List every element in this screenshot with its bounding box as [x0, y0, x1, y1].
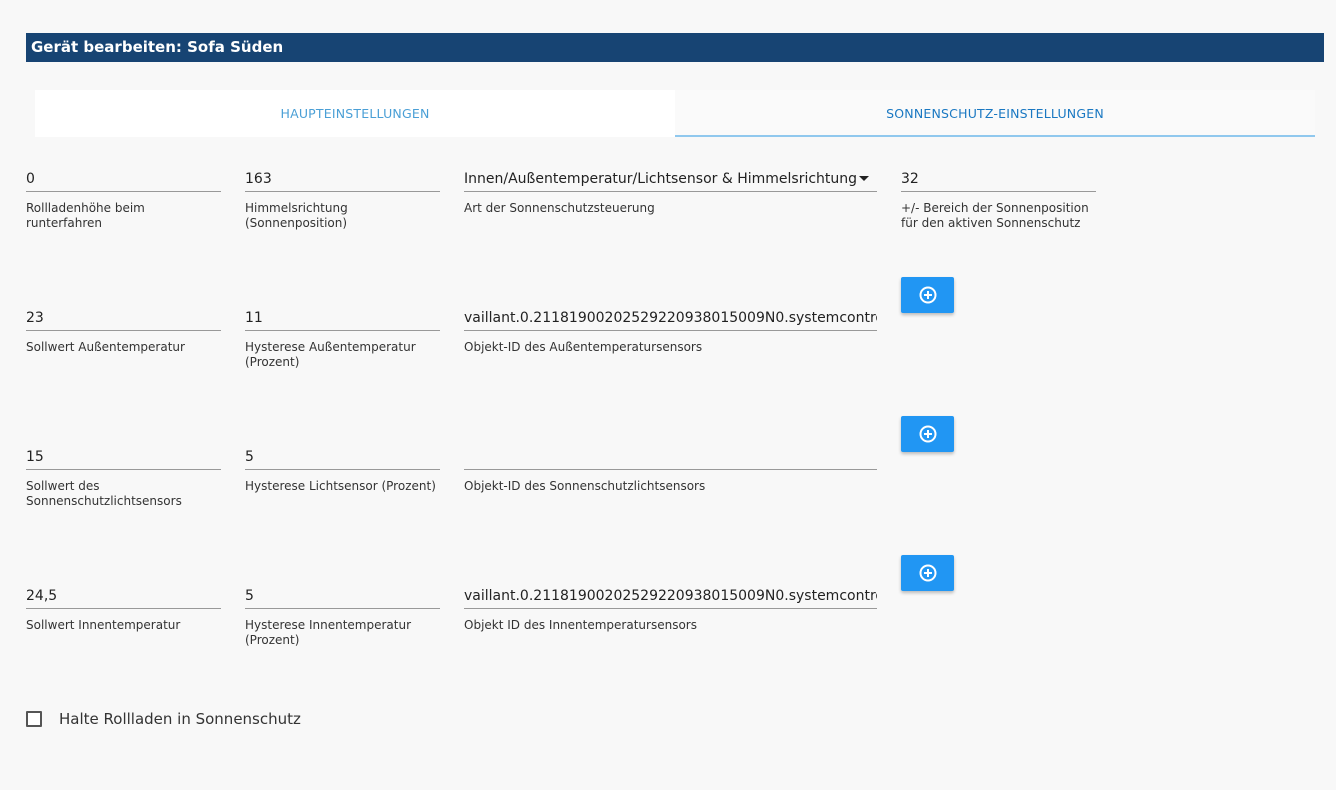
lichtsensor-field: Objekt-ID des Sonnenschutzlichtsensors — [464, 446, 877, 494]
sonnenschutzsteuerung-field: Innen/Außentemperatur/Lichtsensor & Himm… — [464, 168, 877, 216]
sonnenposition-bereich-label: +/- Bereich der Sonnenposition für den a… — [901, 201, 1089, 230]
sollwert-aussentemperatur-label: Sollwert Außentemperatur — [26, 340, 185, 354]
tab-haupteinstellungen[interactable]: HAUPTEINSTELLUNGEN — [35, 90, 675, 137]
sollwert-innentemperatur-input[interactable]: 24,5 — [26, 585, 221, 609]
aussentemperatursensor-label: Objekt-ID des Außentemperatursensors — [464, 340, 703, 354]
hysterese-lichtsensor-label: Hysterese Lichtsensor (Prozent) — [245, 479, 436, 493]
sonnenposition-bereich-field: 32 +/- Bereich der Sonnenposition für de… — [901, 168, 1096, 231]
halte-rollladen-label[interactable]: Halte Rollladen in Sonnenschutz — [59, 710, 301, 728]
sollwert-innentemperatur-label: Sollwert Innentemperatur — [26, 618, 181, 632]
hysterese-aussentemperatur-input[interactable]: 11 — [245, 307, 440, 331]
rollladenhoehe-input[interactable]: 0 — [26, 168, 221, 192]
tab-bar: HAUPTEINSTELLUNGEN SONNENSCHUTZ-EINSTELL… — [35, 90, 1315, 137]
himmelsrichtung-label: Himmelsrichtung (Sonnenposition) — [245, 201, 348, 230]
dialog-title: Gerät bearbeiten: Sofa Süden — [26, 33, 1324, 62]
hysterese-lichtsensor-input[interactable]: 5 — [245, 446, 440, 470]
sonnenschutzsteuerung-select[interactable]: Innen/Außentemperatur/Lichtsensor & Himm… — [464, 168, 877, 192]
lichtsensor-label: Objekt-ID des Sonnenschutzlichtsensors — [464, 479, 706, 493]
hysterese-innentemperatur-field: 5 Hysterese Innentemperatur (Prozent) — [245, 585, 440, 648]
hysterese-innentemperatur-label: Hysterese Innentemperatur (Prozent) — [245, 618, 412, 647]
sonnenschutzsteuerung-label: Art der Sonnenschutzsteuerung — [464, 201, 655, 215]
aussentemperatursensor-field: vaillant.0.21181900202529220938015009N0.… — [464, 307, 877, 355]
sollwert-lichtsensor-field: 15 Sollwert des Sonnenschutzlichtsensors — [26, 446, 221, 509]
lichtsensor-input[interactable] — [464, 446, 877, 470]
sollwert-lichtsensor-label: Sollwert des Sonnenschutzlichtsensors — [26, 479, 182, 508]
add-innentemperatursensor-button[interactable] — [901, 555, 954, 591]
aussentemperatursensor-input[interactable]: vaillant.0.21181900202529220938015009N0.… — [464, 307, 877, 331]
sollwert-lichtsensor-input[interactable]: 15 — [26, 446, 221, 470]
add-circle-icon — [919, 425, 936, 443]
sollwert-innentemperatur-field: 24,5 Sollwert Innentemperatur — [26, 585, 221, 633]
halte-rollladen-row: Halte Rollladen in Sonnenschutz — [26, 710, 301, 728]
sollwert-aussentemperatur-field: 23 Sollwert Außentemperatur — [26, 307, 221, 355]
rollladenhoehe-field: 0 Rollladenhöhe beim runterfahren — [26, 168, 221, 231]
innentemperatursensor-field: vaillant.0.21181900202529220938015009N0.… — [464, 585, 877, 633]
sonnenposition-bereich-input[interactable]: 32 — [901, 168, 1096, 192]
innentemperatursensor-label: Objekt ID des Innentemperatursensors — [464, 618, 697, 632]
himmelsrichtung-field: 163 Himmelsrichtung (Sonnenposition) — [245, 168, 440, 231]
add-lichtsensor-button[interactable] — [901, 416, 954, 452]
hysterese-aussentemperatur-label: Hysterese Außentemperatur (Prozent) — [245, 340, 416, 369]
himmelsrichtung-input[interactable]: 163 — [245, 168, 440, 192]
hysterese-aussentemperatur-field: 11 Hysterese Außentemperatur (Prozent) — [245, 307, 440, 370]
caret-down-icon[interactable] — [859, 176, 869, 181]
hysterese-innentemperatur-input[interactable]: 5 — [245, 585, 440, 609]
rollladenhoehe-label: Rollladenhöhe beim runterfahren — [26, 201, 145, 230]
sonnenschutzsteuerung-value: Innen/Außentemperatur/Lichtsensor & Himm… — [464, 171, 858, 187]
tab-sonnenschutz-einstellungen[interactable]: SONNENSCHUTZ-EINSTELLUNGEN — [675, 90, 1315, 137]
sollwert-aussentemperatur-input[interactable]: 23 — [26, 307, 221, 331]
halte-rollladen-checkbox[interactable] — [26, 711, 42, 727]
innentemperatursensor-input[interactable]: vaillant.0.21181900202529220938015009N0.… — [464, 585, 877, 609]
add-circle-icon — [919, 286, 936, 304]
add-circle-icon — [919, 564, 936, 582]
hysterese-lichtsensor-field: 5 Hysterese Lichtsensor (Prozent) — [245, 446, 440, 494]
add-aussentemperatursensor-button[interactable] — [901, 277, 954, 313]
